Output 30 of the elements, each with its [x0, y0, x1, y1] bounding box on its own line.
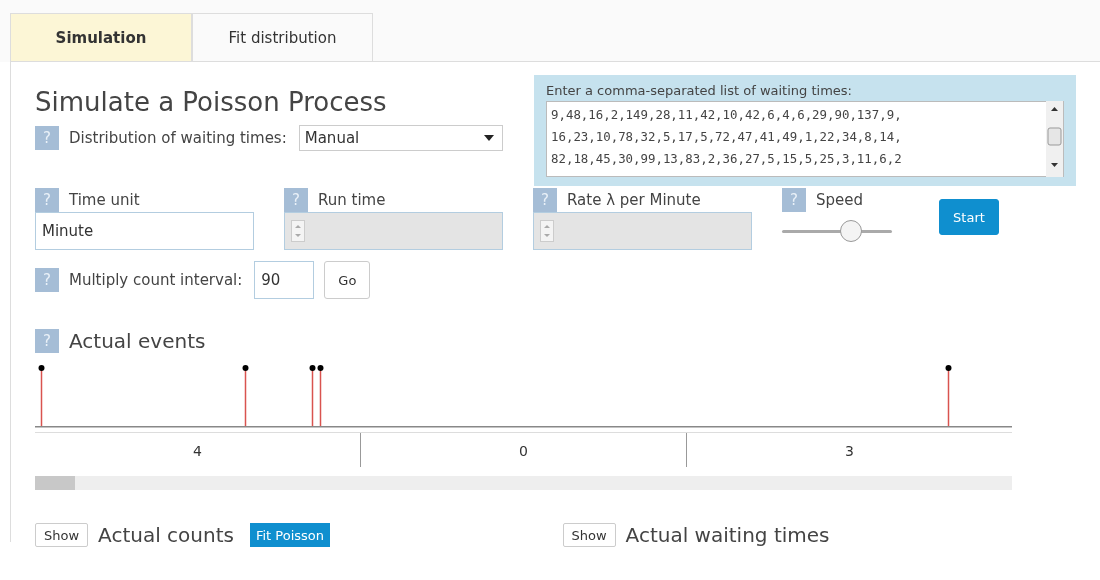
field-label: Speed [816, 191, 864, 209]
count-label: 0 [360, 433, 686, 467]
start-button[interactable]: Start [939, 199, 999, 235]
caret-icon[interactable] [483, 135, 494, 141]
show-button[interactable]: Show [35, 523, 89, 547]
field-label: Distribution of waiting times: [69, 129, 287, 147]
field-label: Enter a comma-separated list of waiting times: [546, 83, 853, 98]
slider-thumb[interactable] [840, 220, 863, 242]
tab[interactable]: Simulation [10, 13, 192, 61]
scrollbar-thumb[interactable] [35, 476, 75, 490]
page-title: Simulate a Poisson Process [35, 87, 388, 117]
section-title: Actual events [69, 329, 206, 353]
field-label: Time unit [69, 191, 140, 209]
count-label: 3 [686, 433, 1012, 467]
field-label: Multiply count interval: [69, 271, 243, 289]
scrollbar[interactable] [35, 476, 1012, 490]
waiting-times-field[interactable]: 9,48,16,2,149,28,11,42,10,42,6,4,6,29,90,137,9, 16,23,10,78,32,5,17,5,72,47,41,49,1,22,34,8,14, 82,18,45,30,99,13,83,2,36,27,5,15,5,25,3,11,6,2 [546, 101, 1064, 177]
count-label: 4 [192, 442, 203, 461]
field-label: Run time [318, 191, 386, 209]
scrollbar-icon[interactable] [1046, 101, 1063, 177]
show-button[interactable]: Show [562, 523, 616, 547]
go-button[interactable]: Go [324, 261, 371, 299]
fit-button[interactable]: Fit Poisson [249, 523, 330, 547]
input-field[interactable]: 90 [254, 261, 315, 299]
tab[interactable]: Fit distribution [192, 13, 373, 61]
field-label: Rate λ per Minute [567, 191, 701, 209]
input-field[interactable]: Minute [35, 212, 254, 250]
section-title: Actual waiting times [625, 523, 830, 547]
distribution-dropdown[interactable]: Manual [298, 125, 503, 151]
section-title: Actual counts [98, 523, 234, 547]
